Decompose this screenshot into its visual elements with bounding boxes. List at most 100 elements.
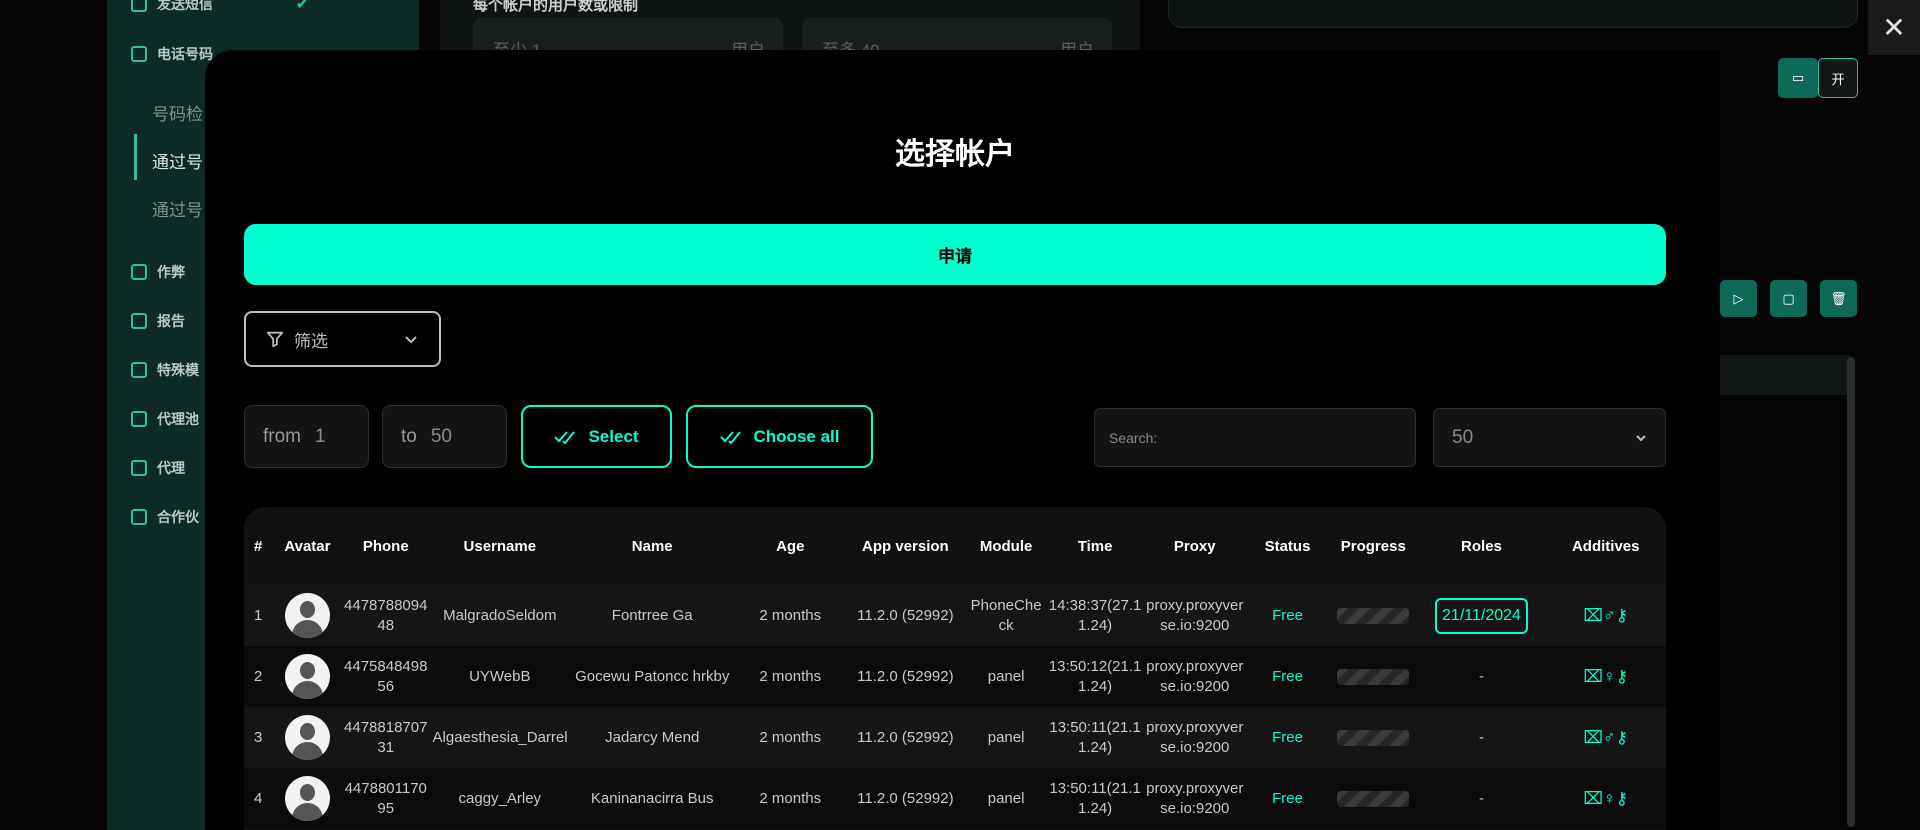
filter-dropdown[interactable]: 筛选 bbox=[244, 311, 441, 367]
network-icon bbox=[131, 411, 147, 427]
column-header-time[interactable]: Time bbox=[1047, 507, 1144, 585]
sidebar-sub-item[interactable]: 通过号 bbox=[152, 148, 203, 173]
age-cell: 2 months bbox=[735, 646, 846, 707]
modal-title: 选择帐户 bbox=[895, 138, 1015, 171]
search-input[interactable] bbox=[1094, 408, 1416, 467]
range-from-input[interactable]: from 1 bbox=[244, 405, 369, 468]
name-cell: Jadarcy Mend bbox=[569, 707, 736, 768]
progress-cell bbox=[1329, 768, 1418, 829]
username-cell: UYWebB bbox=[430, 646, 570, 707]
sidebar-item-phone[interactable]: 电话号码 bbox=[131, 44, 213, 64]
progress-cell bbox=[1329, 707, 1418, 768]
column-header-app-version[interactable]: App version bbox=[845, 507, 965, 585]
folder-open-icon[interactable]: ▭ bbox=[1778, 58, 1818, 98]
progress-bar bbox=[1337, 729, 1410, 746]
sidebar-sub-item[interactable]: 号码检 bbox=[152, 100, 203, 125]
chevron-down-icon bbox=[405, 336, 417, 344]
avatar bbox=[273, 646, 341, 707]
sidebar-item-report[interactable]: 报告 bbox=[131, 311, 185, 331]
chevron-down-icon bbox=[1636, 434, 1646, 441]
select-account-modal: 选择帐户 申请 筛选 from 1 to 50 Select Choose al… bbox=[205, 50, 1720, 830]
phone-cell: 447880117095 bbox=[340, 768, 431, 829]
column-header-avatar[interactable]: Avatar bbox=[274, 507, 341, 585]
user-avatar-icon bbox=[284, 654, 330, 699]
play-icon[interactable]: ▷ bbox=[1720, 280, 1757, 317]
status-badge: Free bbox=[1245, 585, 1330, 646]
age-cell: 2 months bbox=[735, 768, 846, 829]
per-page-select[interactable]: 50 bbox=[1433, 408, 1666, 467]
close-icon[interactable]: ✕ bbox=[1868, 0, 1920, 55]
table-row[interactable]: 2 447584849856 UYWebB Gocewu Patoncc hrk… bbox=[244, 646, 1666, 707]
range-to-input[interactable]: to 50 bbox=[382, 405, 507, 468]
roles-cell: 21/11/2024 bbox=[1417, 585, 1546, 646]
special-icon bbox=[131, 362, 147, 378]
progress-bar bbox=[1337, 607, 1410, 624]
module-cell: panel bbox=[965, 707, 1047, 768]
filter-label: 筛选 bbox=[294, 331, 328, 351]
select-button[interactable]: Select bbox=[521, 405, 672, 468]
progress-cell bbox=[1329, 585, 1418, 646]
app-version-cell: 11.2.0 (52992) bbox=[845, 768, 966, 829]
network-icon bbox=[131, 460, 147, 476]
table-row[interactable]: 3 447881870731 Algaesthesia_Darrel Jadar… bbox=[244, 707, 1666, 768]
progress-bar bbox=[1337, 790, 1410, 807]
background-section-title: 每个帐户的用户数或限制 bbox=[473, 0, 639, 14]
module-cell: PhoneCheck bbox=[965, 585, 1047, 646]
username-cell: MalgradoSeldom bbox=[430, 585, 570, 646]
apply-button[interactable]: 申请 bbox=[244, 224, 1666, 285]
trash-icon[interactable]: 🗑 bbox=[1820, 280, 1857, 317]
sidebar-item-cheat[interactable]: 作弊 bbox=[131, 262, 185, 282]
status-badge: Free bbox=[1245, 646, 1330, 707]
additives-icons: ⌧♂⚷ bbox=[1583, 727, 1629, 747]
phone-cell: 447584849856 bbox=[340, 646, 431, 707]
module-cell: panel bbox=[965, 768, 1047, 829]
sidebar-item-special[interactable]: 特殊模 bbox=[131, 360, 199, 380]
roles-cell: - bbox=[1417, 768, 1546, 829]
column-header-index[interactable]: # bbox=[244, 507, 274, 585]
toggle-on-button[interactable]: 开 bbox=[1818, 58, 1858, 98]
table-row[interactable]: 4 447880117095 caggy_Arley Kaninanacirra… bbox=[244, 768, 1666, 829]
column-header-module[interactable]: Module bbox=[966, 507, 1047, 585]
choose-all-button[interactable]: Choose all bbox=[686, 405, 873, 468]
row-index: 2 bbox=[244, 646, 274, 707]
proxy-cell: proxy.proxyverse.io:9200 bbox=[1143, 585, 1246, 646]
time-cell: 13:50:12(21.11.24) bbox=[1046, 646, 1144, 707]
double-check-icon bbox=[554, 430, 576, 444]
age-cell: 2 months bbox=[735, 585, 846, 646]
user-avatar-icon bbox=[284, 715, 330, 760]
column-header-additives[interactable]: Additives bbox=[1545, 507, 1666, 585]
per-page-value: 50 bbox=[1452, 426, 1474, 448]
additives-icons: ⌧♂⚷ bbox=[1583, 605, 1629, 625]
role-date-badge[interactable]: 21/11/2024 bbox=[1435, 597, 1528, 634]
background-scrollbar[interactable] bbox=[1847, 357, 1855, 827]
sidebar-sub-item[interactable]: 通过号 bbox=[152, 196, 203, 221]
column-header-roles[interactable]: Roles bbox=[1418, 507, 1546, 585]
row-index: 4 bbox=[244, 768, 274, 829]
filter-icon bbox=[266, 331, 284, 348]
table-row[interactable]: 1 447878809448 MalgradoSeldom Fontrree G… bbox=[244, 585, 1666, 646]
column-header-phone[interactable]: Phone bbox=[341, 507, 431, 585]
column-header-status[interactable]: Status bbox=[1246, 507, 1329, 585]
send-icon bbox=[131, 0, 147, 12]
sidebar-item-proxy-pool[interactable]: 代理池 bbox=[131, 409, 199, 429]
progress-cell bbox=[1329, 646, 1418, 707]
name-cell: Gocewu Patoncc hrkby bbox=[569, 646, 736, 707]
age-cell: 2 months bbox=[735, 707, 846, 768]
proxy-cell: proxy.proxyverse.io:9200 bbox=[1143, 707, 1246, 768]
column-header-age[interactable]: Age bbox=[735, 507, 845, 585]
range-to-value: 50 bbox=[430, 425, 452, 447]
sidebar-item-sms[interactable]: 发送短信 bbox=[131, 0, 213, 14]
app-version-cell: 11.2.0 (52992) bbox=[845, 707, 966, 768]
stop-icon[interactable]: ▢ bbox=[1770, 280, 1807, 317]
column-header-proxy[interactable]: Proxy bbox=[1144, 507, 1246, 585]
column-header-progress[interactable]: Progress bbox=[1329, 507, 1417, 585]
name-cell: Fontrree Ga bbox=[569, 585, 736, 646]
app-version-cell: 11.2.0 (52992) bbox=[845, 585, 966, 646]
time-cell: 14:38:37(27.11.24) bbox=[1046, 585, 1144, 646]
sidebar-item-proxy[interactable]: 代理 bbox=[131, 458, 185, 478]
proxy-cell: proxy.proxyverse.io:9200 bbox=[1143, 768, 1246, 829]
column-header-username[interactable]: Username bbox=[431, 507, 570, 585]
column-header-name[interactable]: Name bbox=[569, 507, 735, 585]
sidebar-item-partner[interactable]: 合作伙 bbox=[131, 507, 199, 527]
range-from-label: from bbox=[263, 425, 301, 447]
